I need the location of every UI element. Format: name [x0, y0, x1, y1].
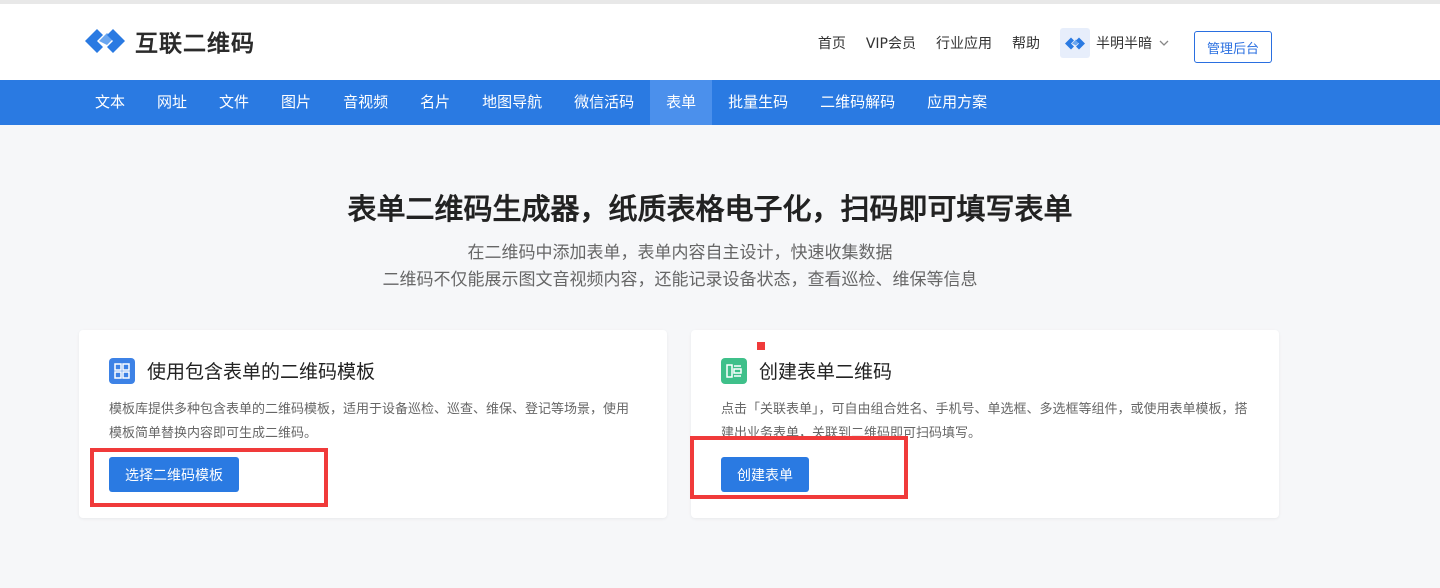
site-logo[interactable]: 互联二维码	[81, 24, 255, 58]
highlight-box	[90, 448, 328, 507]
site-header: 互联二维码 首页 VIP会员 行业应用 帮助 半明半暗 管理后台	[0, 4, 1440, 80]
card-description: 模板库提供多种包含表单的二维码模板，适用于设备巡检、巡查、维保、登记等场景，使用…	[109, 402, 630, 441]
top-nav-vip[interactable]: VIP会员	[866, 33, 916, 53]
nav-tab-card[interactable]: 名片	[404, 80, 466, 125]
top-nav-industry[interactable]: 行业应用	[936, 33, 992, 53]
user-menu[interactable]: 半明半暗	[1060, 28, 1170, 58]
top-navigation: 首页 VIP会员 行业应用 帮助 半明半暗	[798, 27, 1170, 59]
brand-name: 互联二维码	[135, 31, 255, 57]
nav-tab-text[interactable]: 文本	[79, 80, 141, 125]
nav-tab-map[interactable]: 地图导航	[466, 80, 558, 125]
page-title: 表单二维码生成器，纸质表格电子化，扫码即可填写表单	[347, 192, 1073, 226]
chevron-down-icon	[1159, 40, 1169, 46]
card-header: 创建表单二维码	[721, 357, 892, 384]
form-layout-icon	[721, 357, 747, 384]
nav-tab-solutions[interactable]: 应用方案	[911, 80, 1003, 125]
brand-logo-icon	[85, 29, 125, 53]
nav-tab-url[interactable]: 网址	[141, 80, 203, 125]
page-subtitle-secondary: 二维码不仅能展示图文音视频内容，还能记录设备状态，查看巡检、维保等信息	[382, 270, 978, 290]
nav-tab-wechat[interactable]: 微信活码	[558, 80, 650, 125]
avatar	[1060, 28, 1090, 58]
nav-tab-image[interactable]: 图片	[265, 80, 327, 125]
main-navigation: 文本 网址 文件 图片 音视频 名片 地图导航 微信活码 表单 批量生码 二维码…	[0, 80, 1440, 125]
highlight-marker	[757, 342, 765, 350]
username: 半明半暗	[1096, 36, 1152, 52]
brand-logo-icon	[1065, 37, 1085, 49]
nav-tab-av[interactable]: 音视频	[327, 80, 404, 125]
card-header: 使用包含表单的二维码模板	[109, 357, 375, 384]
nav-tab-decode[interactable]: 二维码解码	[804, 80, 911, 125]
top-nav-help[interactable]: 帮助	[1012, 33, 1040, 53]
card-title: 使用包含表单的二维码模板	[147, 361, 376, 383]
nav-tab-batch[interactable]: 批量生码	[712, 80, 804, 125]
page-subtitle: 在二维码中添加表单，表单内容自主设计，快速收集数据	[467, 243, 893, 263]
top-nav-home[interactable]: 首页	[818, 33, 846, 53]
admin-console-button[interactable]: 管理后台	[1194, 31, 1272, 63]
card-title: 创建表单二维码	[759, 361, 893, 383]
qr-grid-icon	[109, 357, 135, 384]
nav-tab-form[interactable]: 表单	[650, 80, 713, 125]
nav-tab-file[interactable]: 文件	[203, 80, 265, 125]
highlight-box	[690, 436, 908, 499]
